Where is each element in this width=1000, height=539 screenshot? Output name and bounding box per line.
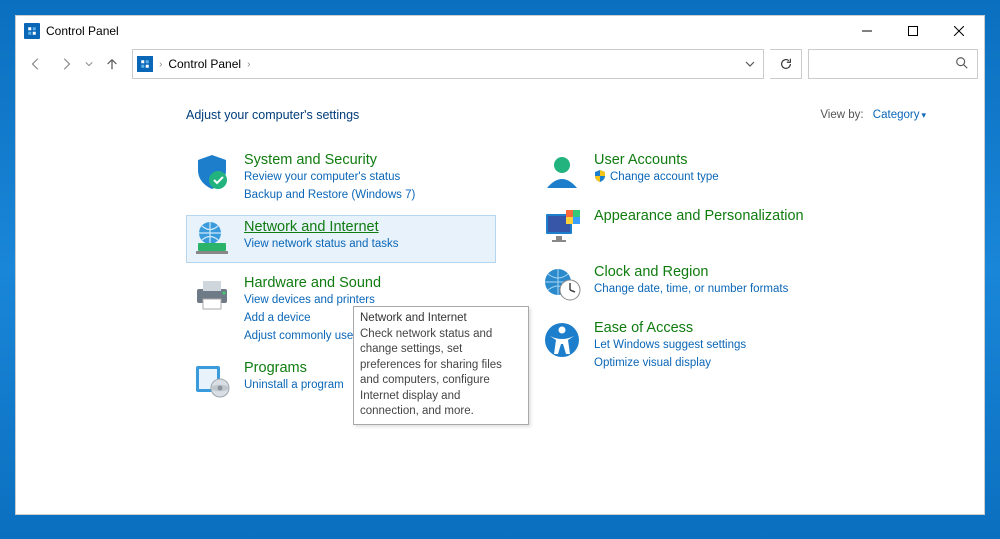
breadcrumb-separator[interactable]: › — [157, 59, 164, 70]
category-link[interactable]: Change date, time, or number formats — [594, 281, 788, 298]
search-box[interactable] — [808, 49, 978, 79]
titlebar: Control Panel — [16, 16, 984, 46]
category-user-accounts[interactable]: User Accounts Change account type — [536, 148, 846, 196]
recent-locations-button[interactable] — [82, 60, 96, 68]
up-button[interactable] — [98, 50, 126, 78]
user-icon — [542, 152, 582, 192]
window-title: Control Panel — [46, 24, 119, 38]
personalization-icon — [542, 208, 582, 248]
breadcrumb-root[interactable]: Control Panel — [168, 57, 241, 71]
printer-icon — [192, 275, 232, 315]
address-bar[interactable]: › Control Panel › — [132, 49, 764, 79]
tooltip-body: Check network status and change settings… — [360, 327, 522, 420]
category-title[interactable]: Ease of Access — [594, 320, 746, 336]
view-by-dropdown[interactable]: Category▾ — [873, 109, 926, 121]
category-title[interactable]: Clock and Region — [594, 264, 788, 280]
category-link[interactable]: Uninstall a program — [244, 377, 344, 394]
globe-network-icon — [192, 219, 232, 259]
categories-right-column: User Accounts Change account type Appear… — [536, 148, 846, 412]
content-area: Adjust your computer's settings View by:… — [16, 82, 984, 514]
forward-button[interactable] — [52, 50, 80, 78]
category-ease-of-access[interactable]: Ease of Access Let Windows suggest setti… — [536, 316, 846, 375]
refresh-button[interactable] — [770, 49, 802, 79]
category-link[interactable]: Let Windows suggest settings — [594, 337, 746, 354]
shield-check-icon — [192, 152, 232, 192]
category-title[interactable]: Hardware and Sound — [244, 275, 445, 291]
view-by-label: View by: — [820, 109, 863, 121]
control-panel-icon — [24, 23, 40, 39]
category-title[interactable]: Network and Internet — [244, 219, 398, 235]
nav-toolbar: › Control Panel › — [16, 46, 984, 82]
view-by-control: View by: Category▾ — [820, 109, 926, 121]
category-appearance-and-personalization[interactable]: Appearance and Personalization — [536, 204, 846, 252]
breadcrumb-separator[interactable]: › — [245, 59, 252, 70]
minimize-button[interactable] — [844, 16, 890, 46]
accessibility-icon — [542, 320, 582, 360]
maximize-button[interactable] — [890, 16, 936, 46]
clock-globe-icon — [542, 264, 582, 304]
category-system-and-security[interactable]: System and Security Review your computer… — [186, 148, 496, 207]
category-clock-and-region[interactable]: Clock and Region Change date, time, or n… — [536, 260, 846, 308]
category-link[interactable]: View network status and tasks — [244, 236, 398, 253]
programs-icon — [192, 360, 232, 400]
tooltip: Network and Internet Check network statu… — [353, 306, 529, 425]
uac-shield-icon — [594, 170, 606, 188]
page-heading: Adjust your computer's settings — [186, 108, 359, 122]
category-link[interactable]: Review your computer's status — [244, 169, 415, 186]
control-panel-window: Control Panel › Control Panel › — [15, 15, 985, 515]
category-link[interactable]: Backup and Restore (Windows 7) — [244, 187, 415, 204]
back-button[interactable] — [22, 50, 50, 78]
category-title[interactable]: User Accounts — [594, 152, 719, 168]
category-title[interactable]: Programs — [244, 360, 344, 376]
category-title[interactable]: System and Security — [244, 152, 415, 168]
search-icon — [955, 56, 969, 73]
close-button[interactable] — [936, 16, 982, 46]
category-title[interactable]: Appearance and Personalization — [594, 208, 804, 224]
address-dropdown-button[interactable] — [741, 59, 759, 69]
category-network-and-internet[interactable]: Network and Internet View network status… — [186, 215, 496, 263]
tooltip-title: Network and Internet — [360, 311, 522, 327]
address-icon — [137, 56, 153, 72]
category-link[interactable]: Change account type — [594, 169, 719, 188]
window-controls — [844, 16, 982, 46]
category-link[interactable]: Optimize visual display — [594, 355, 746, 372]
